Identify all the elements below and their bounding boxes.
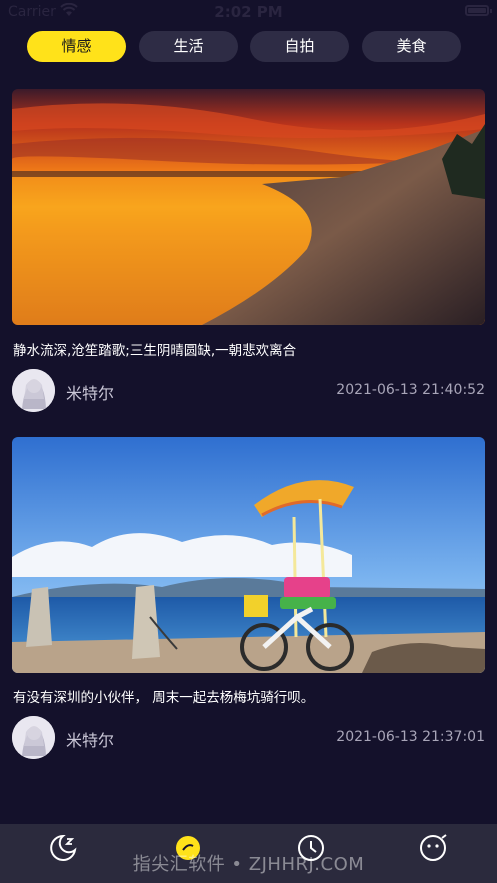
- category-tabs: 情感 生活 自拍 美食: [0, 31, 497, 63]
- status-time: 2:02 PM: [214, 3, 283, 21]
- tab-life[interactable]: 生活: [139, 31, 238, 62]
- post-caption: 静水流深,沧笙踏歌;三生阴晴圆缺,一朝悲欢离合: [13, 343, 297, 359]
- tab-selfie[interactable]: 自拍: [250, 31, 349, 62]
- author-avatar[interactable]: [12, 369, 55, 412]
- post-timestamp: 2021-06-13 21:40:52: [336, 382, 485, 398]
- status-bar: Carrier 2:02 PM: [0, 0, 497, 24]
- author-avatar[interactable]: [12, 716, 55, 759]
- sunset-coast-photo[interactable]: [12, 89, 485, 325]
- author-name[interactable]: 米特尔: [66, 727, 114, 751]
- battery-icon: [465, 5, 489, 16]
- post-timestamp: 2021-06-13 21:37:01: [336, 729, 485, 745]
- post-caption: 有没有深圳的小伙伴， 周末一起去杨梅坑骑行呗。: [13, 690, 315, 706]
- seaside-bicycle-photo[interactable]: [12, 437, 485, 673]
- watermark-text: 指尖汇软件 • ZJHHRJ.COM: [132, 854, 365, 875]
- battery-tip: [490, 9, 492, 13]
- tab-food[interactable]: 美食: [362, 31, 461, 62]
- author-name[interactable]: 米特尔: [66, 380, 114, 404]
- tab-emotion[interactable]: 情感: [27, 31, 126, 62]
